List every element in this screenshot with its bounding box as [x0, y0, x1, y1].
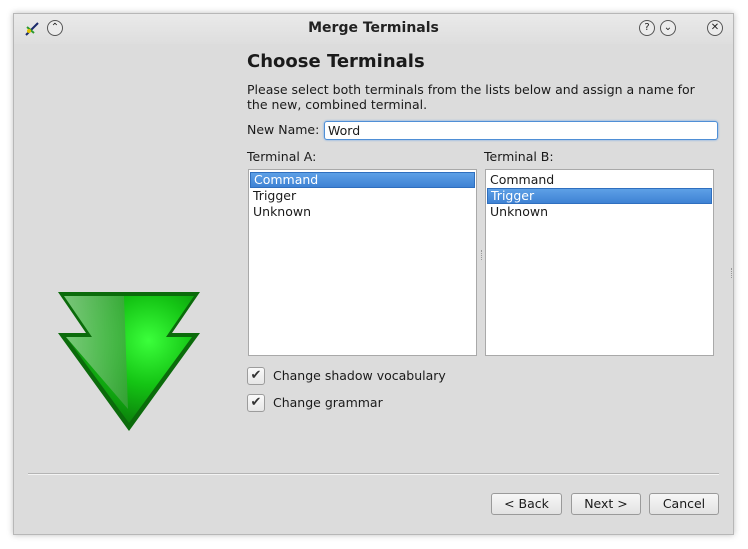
new-name-input[interactable] [324, 121, 718, 140]
green-merge-arrow-icon [58, 292, 200, 431]
resize-grip[interactable] [731, 268, 734, 278]
terminal-a-item[interactable]: Command [250, 172, 475, 188]
terminal-b-list[interactable]: Command Trigger Unknown [485, 169, 714, 356]
chevron-down-icon[interactable]: ⌄ [660, 20, 676, 36]
terminal-b-item[interactable]: Command [487, 172, 712, 188]
merge-terminals-dialog: ⌃ Merge Terminals ? ⌄ ✕ Choose Terminals… [13, 13, 734, 535]
title-bar[interactable]: ⌃ Merge Terminals ? ⌄ ✕ [14, 14, 733, 44]
page-description: Please select both terminals from the li… [247, 82, 695, 112]
shadow-vocabulary-checkbox[interactable]: ✔ [247, 367, 265, 385]
window-title: Merge Terminals [308, 20, 439, 36]
next-button[interactable]: Next > [571, 493, 641, 515]
shadow-vocabulary-label[interactable]: Change shadow vocabulary [273, 368, 446, 383]
terminal-a-item[interactable]: Trigger [250, 188, 475, 204]
page-title: Choose Terminals [247, 51, 425, 72]
grammar-checkbox[interactable]: ✔ [247, 394, 265, 412]
splitter-handle[interactable] [481, 250, 484, 260]
new-name-label: New Name: [247, 122, 320, 137]
back-button[interactable]: < Back [491, 493, 562, 515]
terminal-a-list[interactable]: Command Trigger Unknown [248, 169, 477, 356]
terminal-a-label: Terminal A: [247, 149, 317, 164]
close-icon[interactable]: ✕ [707, 20, 723, 36]
question-icon[interactable]: ? [639, 20, 655, 36]
cancel-button[interactable]: Cancel [649, 493, 719, 515]
terminal-b-item[interactable]: Unknown [487, 204, 712, 220]
terminal-b-item[interactable]: Trigger [487, 188, 712, 204]
separator [28, 473, 719, 475]
terminal-a-item[interactable]: Unknown [250, 204, 475, 220]
grammar-label[interactable]: Change grammar [273, 395, 383, 410]
terminal-b-label: Terminal B: [484, 149, 554, 164]
